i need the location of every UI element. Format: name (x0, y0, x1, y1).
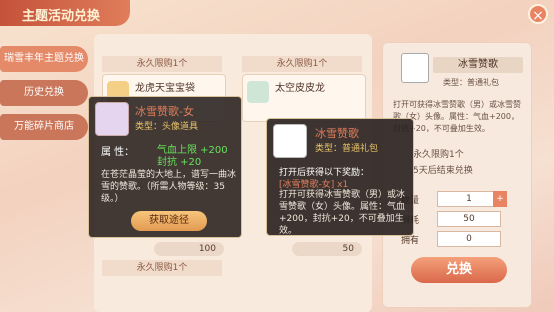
owned-value: 0 (437, 231, 501, 247)
tooltip-type: 类型：头像道具 (135, 122, 199, 132)
sidebar-item-fragment-shop[interactable]: 万能碎片商店 (0, 114, 88, 140)
gift-icon (401, 53, 429, 83)
sidebar-item-history-exchange[interactable]: 历史兑换 (0, 80, 88, 106)
plus-icon[interactable]: + (493, 191, 507, 207)
dragon-icon (247, 81, 269, 103)
tooltip-description: 打开可获得冰雪赞歌（男）或冰雪赞歌（女）头像。属性：气血+200，封抗+20，不… (279, 190, 406, 236)
close-icon[interactable]: × (528, 4, 548, 24)
purchase-limit: 永久限购1个 (413, 150, 464, 160)
exchange-button[interactable]: 兑换 (411, 257, 507, 283)
sidebar: 瑞雪丰年主题兑换 历史兑换 万能碎片商店 (0, 46, 88, 148)
gift-tooltip: 冰雪赞歌 类型：普通礼包 打开后获得以下奖励： [冰雪赞歌-女] x1 打开可获… (266, 118, 414, 236)
quantity-row: 数量 1 + (401, 191, 511, 209)
item-card[interactable]: 太空皮皮龙 (242, 74, 366, 122)
cost-value: 50 (437, 211, 501, 227)
avatar-tooltip: 冰雪赞歌-女 类型：头像道具 属 性： 气血上限 +200 封抗 +20 在苍茫… (88, 96, 242, 238)
price-label: 100 (154, 242, 224, 256)
quantity-stepper[interactable]: 1 (437, 191, 501, 207)
item-name: 龙虎天宝宝袋 (135, 83, 195, 94)
gift-icon (273, 124, 307, 158)
detail-type: 类型：普通礼包 (443, 78, 499, 87)
tooltip-title: 冰雪赞歌-女 (135, 105, 194, 118)
price-label: 50 (292, 242, 362, 256)
item-name: 太空皮皮龙 (275, 83, 325, 94)
cost-row: 消耗 50 (401, 211, 511, 229)
column-header: 永久限购1个 (102, 260, 222, 276)
tooltip-description: 在苍茫晶莹的大地上，谱写一曲冰雪的赞歌。（所需人物等级：35级。） (101, 170, 237, 204)
attribute-label: 属 性： (101, 147, 135, 158)
attribute-value: 封抗 +20 (157, 157, 202, 168)
avatar-icon (95, 102, 129, 136)
column-header: 永久限购1个 (242, 56, 362, 72)
tooltip-title: 冰雪赞歌 (315, 127, 359, 140)
owned-row: 拥有 0 (401, 231, 511, 249)
detail-name: 冰雪赞歌 (433, 57, 523, 73)
obtain-button[interactable]: 获取途径 (131, 211, 207, 231)
exchange-deadline: 5天后结束兑换 (413, 166, 473, 176)
column-header: 永久限购1个 (102, 56, 222, 72)
panel-title: 主题活动兑换 (0, 0, 130, 26)
tooltip-type: 类型：普通礼包 (315, 144, 379, 154)
sidebar-item-theme-exchange[interactable]: 瑞雪丰年主题兑换 (0, 46, 88, 72)
